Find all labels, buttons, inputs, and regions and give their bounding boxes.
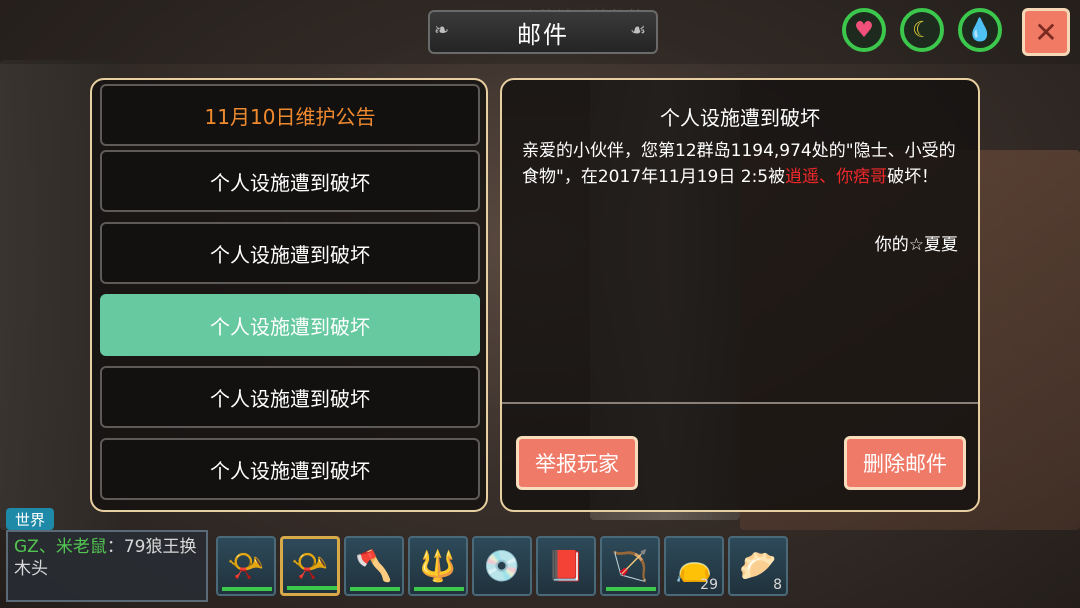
mail-item-label: 个人设施遭到破坏 — [210, 170, 370, 195]
mail-item-label: 个人设施遭到破坏 — [210, 242, 370, 267]
hotbar-slot[interactable]: 📯 — [216, 536, 276, 596]
close-icon: ✕ — [1034, 15, 1058, 49]
durability-bar — [350, 587, 400, 591]
hotbar-slot[interactable]: 🏹 — [600, 536, 660, 596]
durability-bar — [414, 587, 464, 591]
mail-item-label: 11月10日维护公告 — [204, 104, 376, 129]
close-button[interactable]: ✕ — [1022, 8, 1070, 56]
mail-item-selected[interactable]: 个人设施遭到破坏 — [100, 294, 480, 356]
mail-signature: 你的☆夏夏 — [874, 235, 958, 255]
thirst-icon: 💧 — [958, 8, 1002, 52]
hotbar-slot[interactable]: 🪓 — [344, 536, 404, 596]
hunger-icon: ☾ — [900, 8, 944, 52]
mail-item-label: 个人设施遭到破坏 — [210, 458, 370, 483]
staff-icon: 🔱 — [419, 548, 457, 584]
mail-item[interactable]: 个人设施遭到破坏 — [100, 438, 480, 500]
hotbar-slot[interactable]: 👝 29 — [664, 536, 724, 596]
title-plate: ❧ 邮件 ☙ — [428, 10, 658, 54]
water-drop-icon: 💧 — [966, 17, 994, 43]
banana-icon: ☾ — [912, 17, 932, 43]
durability-bar — [606, 587, 656, 591]
hotbar-slot[interactable]: 💿 — [472, 536, 532, 596]
ornament-right-icon: ☙ — [630, 20, 647, 41]
mail-item-label: 个人设施遭到破坏 — [210, 314, 370, 339]
divider — [502, 402, 978, 404]
mail-list-panel: 11月10日维护公告 个人设施遭到破坏 个人设施遭到破坏 个人设施遭到破坏 个人… — [90, 78, 488, 512]
hotbar-slot[interactable]: 📕 — [536, 536, 596, 596]
book-icon: 📕 — [547, 548, 585, 584]
disc-icon: 💿 — [483, 548, 521, 584]
hotbar-slot-active[interactable]: 📯 — [280, 536, 340, 596]
chat-sender: GZ、米老鼠 — [14, 537, 107, 557]
mail-detail-panel: 个人设施遭到破坏 亲爱的小伙伴，您第12群岛1194,974处的"隐士、小受的食… — [500, 78, 980, 512]
chat-channel-tab[interactable]: 世界 — [6, 508, 54, 530]
durability-bar — [287, 586, 337, 590]
mail-item[interactable]: 个人设施遭到破坏 — [100, 222, 480, 284]
heart-icon: ♥ — [854, 17, 874, 43]
mail-body-text-end: 破坏！ — [887, 167, 939, 187]
chat-box[interactable]: GZ、米老鼠：79狼王换木头 — [6, 530, 208, 602]
top-bar: 我的铁质储物箱 ❧ 邮件 ☙ ♥ ☾ 💧 ✕ — [0, 0, 1080, 64]
hotbar: 📯 📯 🪓 🔱 💿 📕 🏹 👝 29 🥟 8 — [216, 536, 788, 602]
dumpling-basket-icon: 🥟 — [739, 548, 777, 584]
item-count: 8 — [773, 577, 782, 593]
hotbar-slot[interactable]: 🔱 — [408, 536, 468, 596]
horn-icon: 📯 — [227, 548, 265, 584]
durability-bar — [222, 587, 272, 591]
mail-item-notice[interactable]: 11月10日维护公告 — [100, 84, 480, 146]
bow-icon: 🏹 — [611, 548, 649, 584]
item-count: 29 — [700, 577, 718, 593]
mail-item[interactable]: 个人设施遭到破坏 — [100, 150, 480, 212]
ornament-left-icon: ❧ — [434, 20, 450, 41]
health-icon: ♥ — [842, 8, 886, 52]
report-player-button[interactable]: 举报玩家 — [516, 436, 638, 490]
hotbar-slot[interactable]: 🥟 8 — [728, 536, 788, 596]
horn-icon: 📯 — [291, 548, 329, 584]
axe-icon: 🪓 — [355, 548, 393, 584]
page-title: 邮件 — [517, 20, 569, 49]
delete-mail-button[interactable]: 删除邮件 — [844, 436, 966, 490]
mail-detail-body: 亲爱的小伙伴，您第12群岛1194,974处的"隐士、小受的食物"，在2017年… — [522, 138, 962, 190]
mail-item-label: 个人设施遭到破坏 — [210, 386, 370, 411]
attacker-names: 逍遥、你痞哥 — [785, 167, 888, 187]
mail-detail-title: 个人设施遭到破坏 — [660, 106, 820, 130]
mail-item[interactable]: 个人设施遭到破坏 — [100, 366, 480, 428]
